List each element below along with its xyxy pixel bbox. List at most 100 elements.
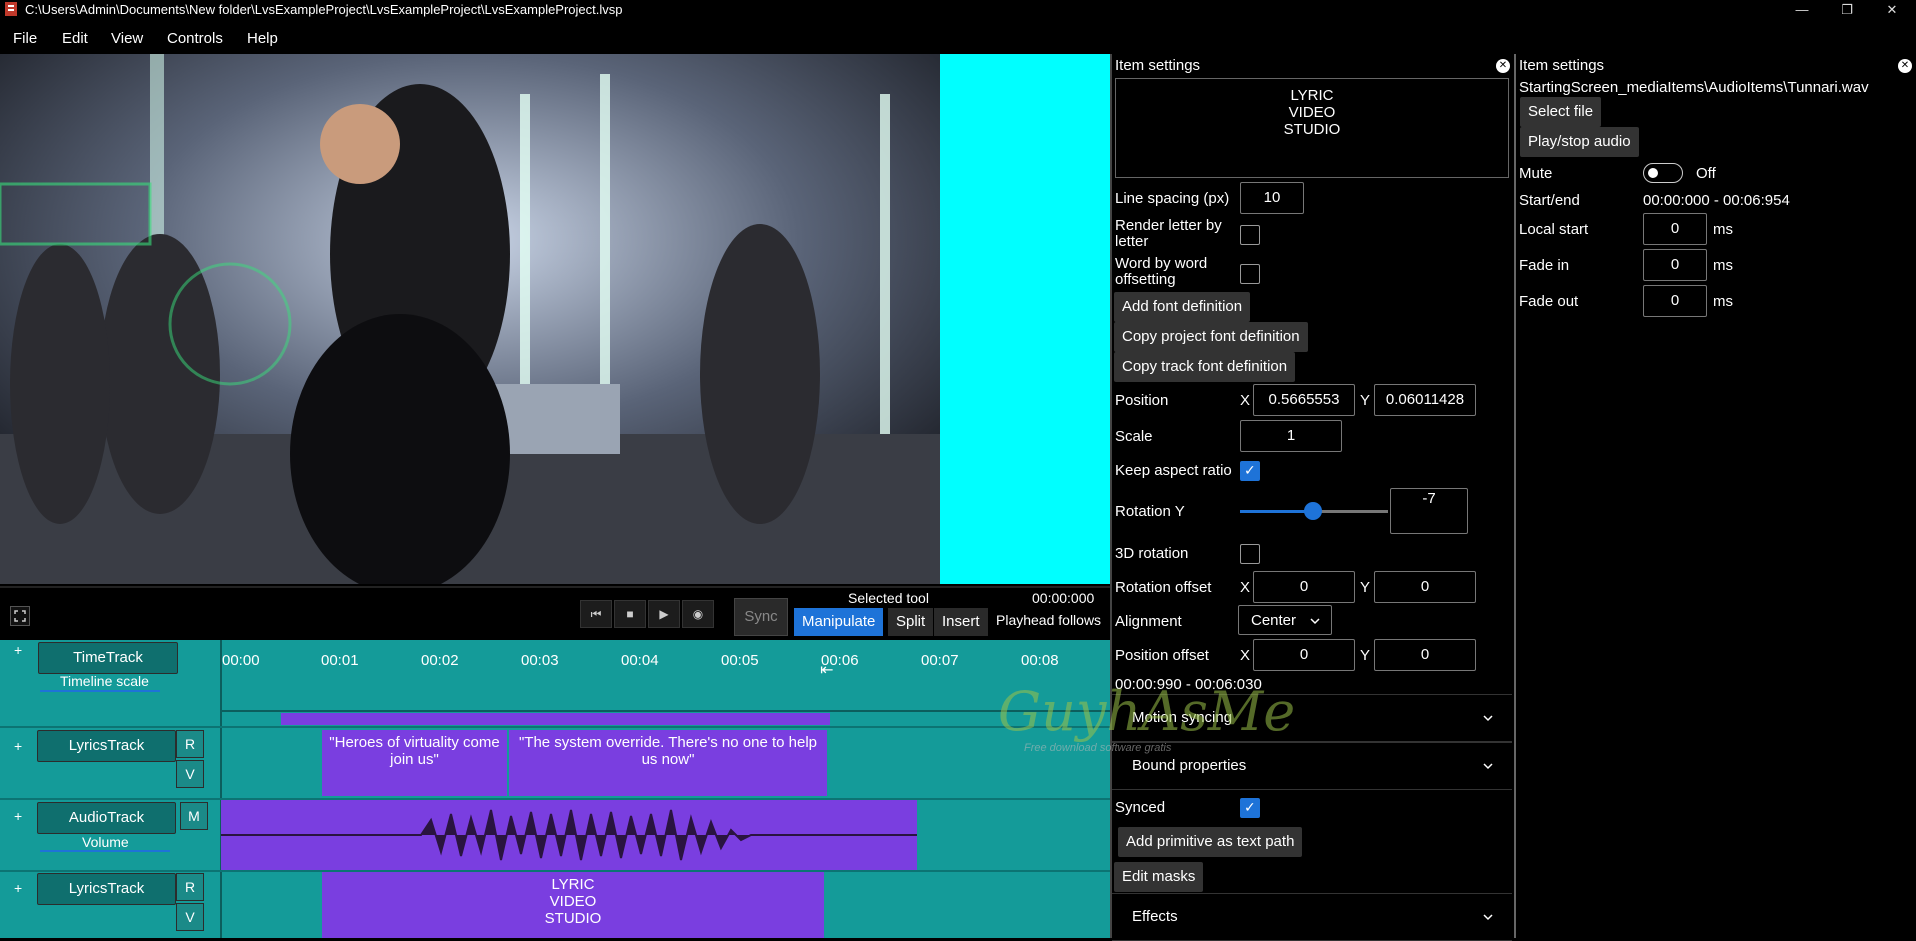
time-display: 00:00:000 [1032, 590, 1095, 606]
scale-input[interactable]: 1 [1240, 420, 1342, 452]
record-icon[interactable]: ◉ [682, 600, 714, 628]
render-letter-checkbox[interactable] [1240, 225, 1260, 245]
lyric-clip[interactable]: LYRIC VIDEO STUDIO [322, 872, 824, 938]
tool-insert[interactable]: Insert [934, 608, 988, 636]
preview-background-fill [940, 54, 1110, 584]
bound-properties-label: Bound properties [1132, 757, 1247, 774]
add-font-definition-button[interactable]: Add font definition [1114, 292, 1251, 322]
track-v-button[interactable]: V [176, 903, 204, 931]
y-label: Y [1360, 579, 1371, 596]
preview-image [0, 54, 940, 584]
minimize-button[interactable]: — [1780, 0, 1824, 20]
scale-label: Scale [1115, 428, 1153, 445]
track-m-button[interactable]: M [180, 802, 208, 830]
select-file-button[interactable]: Select file [1520, 97, 1602, 127]
close-window-button[interactable]: ✕ [1870, 0, 1914, 20]
timeline-header-divider [220, 640, 222, 938]
menu-view[interactable]: View [111, 30, 143, 47]
panel-header: Item settings [1115, 57, 1201, 74]
rotation-y-input[interactable]: -7 [1390, 488, 1468, 534]
menu-help[interactable]: Help [247, 30, 278, 47]
audio-item-settings-panel [1514, 54, 1916, 938]
fade-in-label: Fade in [1519, 257, 1570, 274]
word-offset-checkbox[interactable] [1240, 264, 1260, 284]
track-name-timetrack[interactable]: TimeTrack [38, 642, 178, 674]
line-spacing-label: Line spacing (px) [1115, 190, 1230, 207]
add-track-button[interactable]: + [14, 738, 22, 754]
time-range-text: 00:00:990 - 00:06:030 [1115, 676, 1262, 693]
timeline-scale-slider[interactable] [40, 690, 160, 692]
maximize-button[interactable]: ❐ [1825, 0, 1869, 20]
playhead-follows-label[interactable]: Playhead follows [996, 612, 1101, 628]
track-name-lyrics[interactable]: LyricsTrack [37, 730, 176, 762]
mute-state: Off [1696, 165, 1716, 182]
x-label: X [1240, 647, 1251, 664]
rotation-y-label: Rotation Y [1115, 503, 1185, 520]
ms-unit: ms [1713, 221, 1733, 238]
keep-aspect-label: Keep aspect ratio [1115, 462, 1232, 479]
position-offset-x-input[interactable]: 0 [1253, 639, 1355, 671]
synced-checkbox[interactable] [1240, 798, 1260, 818]
word-offset-label: Word by word offsetting [1115, 255, 1208, 288]
rotation-offset-x-input[interactable]: 0 [1253, 571, 1355, 603]
video-preview[interactable] [0, 54, 1110, 584]
position-x-input[interactable]: 0.5665553 [1253, 384, 1355, 416]
track-name-lyrics[interactable]: LyricsTrack [37, 873, 176, 905]
slider-thumb[interactable] [1303, 502, 1322, 520]
x-label: X [1240, 579, 1251, 596]
tool-split[interactable]: Split [888, 608, 934, 636]
track-v-button[interactable]: V [176, 760, 204, 788]
position-offset-label: Position offset [1115, 647, 1209, 664]
track-r-button[interactable]: R [176, 873, 204, 901]
rotation-offset-y-input[interactable]: 0 [1374, 571, 1476, 603]
alignment-dropdown[interactable]: Center [1238, 605, 1332, 635]
add-track-button[interactable]: + [14, 808, 22, 824]
menu-controls[interactable]: Controls [167, 30, 223, 47]
motion-syncing-section[interactable]: Motion syncing [1112, 694, 1512, 742]
mute-toggle[interactable] [1643, 163, 1683, 183]
copy-project-font-button[interactable]: Copy project font definition [1114, 322, 1308, 352]
stop-icon[interactable]: ■ [614, 600, 646, 628]
rotation-y-slider[interactable] [1240, 502, 1388, 520]
chevron-down-icon [1483, 763, 1493, 770]
menu-file[interactable]: File [13, 30, 37, 47]
add-primitive-button[interactable]: Add primitive as text path [1118, 827, 1303, 857]
fullscreen-icon[interactable] [10, 606, 30, 626]
close-icon[interactable]: ✕ [1496, 59, 1510, 73]
local-start-label: Local start [1519, 221, 1589, 238]
fade-out-input[interactable]: 0 [1643, 285, 1707, 317]
play-stop-audio-button[interactable]: Play/stop audio [1520, 127, 1639, 157]
position-offset-y-input[interactable]: 0 [1374, 639, 1476, 671]
audio-clip[interactable] [221, 800, 917, 870]
rotation-3d-checkbox[interactable] [1240, 544, 1260, 564]
track-name-audio[interactable]: AudioTrack [37, 802, 176, 834]
close-icon[interactable]: ✕ [1898, 59, 1912, 73]
bound-properties-section[interactable]: Bound properties [1112, 742, 1512, 790]
lyric-clip[interactable]: "Heroes of virtuality come join us" [322, 730, 507, 796]
play-icon[interactable]: ▶ [648, 600, 680, 628]
fade-out-label: Fade out [1519, 293, 1579, 310]
effects-section[interactable]: Effects [1112, 893, 1512, 941]
fade-in-input[interactable]: 0 [1643, 249, 1707, 281]
add-track-button[interactable]: + [14, 642, 22, 658]
rotation-offset-label: Rotation offset [1115, 579, 1212, 596]
volume-slider[interactable] [40, 850, 170, 852]
sync-button[interactable]: Sync [734, 598, 788, 636]
ruler-tick: 00:03 [521, 652, 559, 669]
add-track-button[interactable]: + [14, 880, 22, 896]
keep-aspect-checkbox[interactable] [1240, 461, 1260, 481]
copy-track-font-button[interactable]: Copy track font definition [1114, 352, 1296, 382]
lyric-clip[interactable]: "The system override. There's no one to … [509, 730, 827, 796]
skip-back-icon[interactable]: ⏮ [580, 600, 612, 628]
text-preview-field[interactable]: LYRIC VIDEO STUDIO [1115, 78, 1509, 178]
row-separator [220, 710, 1110, 712]
playhead-marker-icon[interactable]: ⇤ [820, 660, 833, 680]
menu-edit[interactable]: Edit [62, 30, 88, 47]
tool-manipulate[interactable]: Manipulate [794, 608, 884, 636]
track-r-button[interactable]: R [176, 730, 204, 758]
edit-masks-button[interactable]: Edit masks [1114, 862, 1204, 892]
local-start-input[interactable]: 0 [1643, 213, 1707, 245]
time-range-clip[interactable] [281, 713, 830, 725]
position-y-input[interactable]: 0.06011428 [1374, 384, 1476, 416]
line-spacing-input[interactable]: 10 [1240, 182, 1304, 214]
